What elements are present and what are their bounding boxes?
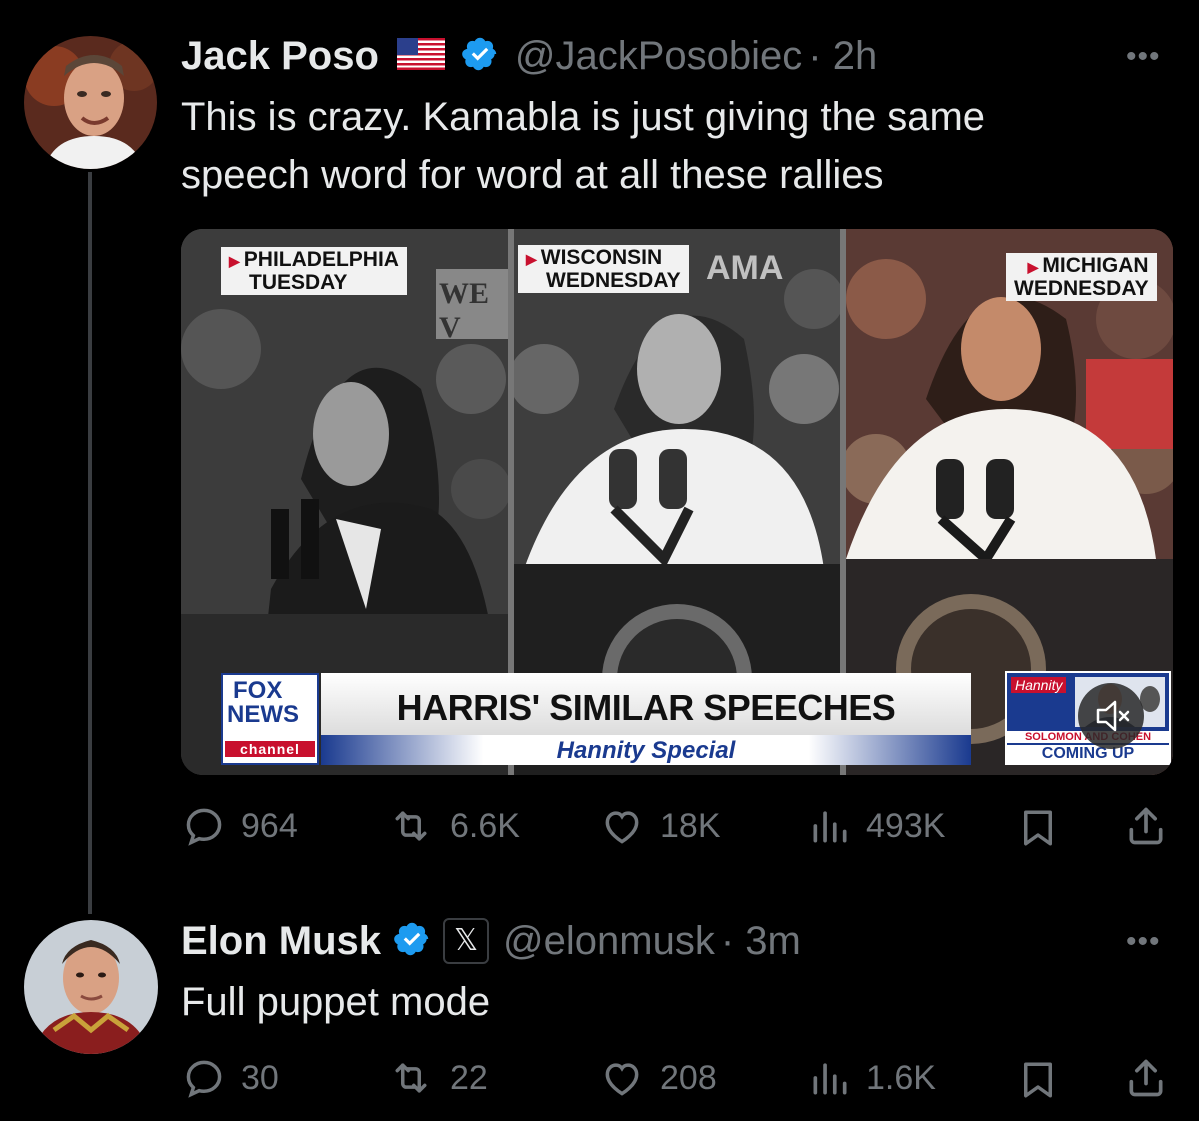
- reply-count: 964: [241, 806, 298, 845]
- share-icon: [1129, 1059, 1163, 1097]
- background-sign: AMA: [706, 249, 784, 287]
- repost-button[interactable]: 6.6K: [386, 804, 520, 848]
- like-count: 18K: [660, 806, 721, 845]
- subheadline-bar: Hannity Special: [321, 735, 971, 765]
- location-label-3: ▶ MICHIGAN WEDNESDAY: [1006, 253, 1157, 301]
- like-count: 208: [660, 1058, 717, 1097]
- reply-text: Full puppet mode: [181, 980, 491, 1024]
- repost-icon: [395, 1063, 427, 1093]
- author-name[interactable]: Elon Musk: [181, 919, 381, 964]
- reply-button[interactable]: 964: [181, 804, 298, 848]
- video-player[interactable]: ▶ PHILADELPHIA TUESDAY WE V ▶ WISCONSIN WE…: [181, 229, 1173, 775]
- headline-text: HARRIS' SIMILAR SPEECHES: [396, 687, 896, 728]
- views-chart-icon: [813, 811, 847, 843]
- reply-icon: [186, 808, 222, 846]
- avatar-jack-poso[interactable]: [24, 36, 157, 169]
- post-header-original: Jack Poso @JackPosobiec · 2h: [181, 30, 877, 82]
- location-label-1: ▶ PHILADELPHIA TUESDAY: [221, 247, 407, 295]
- fox-news-logo: FOX NEWS channel: [221, 673, 319, 765]
- bookmark-icon: [1024, 810, 1052, 846]
- heart-icon: [605, 811, 639, 844]
- author-name[interactable]: Jack Poso: [181, 34, 379, 79]
- views-button[interactable]: 1.6K: [808, 1056, 936, 1100]
- reply-count: 30: [241, 1058, 279, 1097]
- verified-badge-icon[interactable]: [461, 35, 499, 78]
- news-lower-third: FOX NEWS channel HARRIS' SIMILAR SPEECHE…: [221, 671, 1171, 765]
- repost-icon: [395, 811, 427, 841]
- repost-count: 22: [450, 1058, 488, 1097]
- verified-badge-icon[interactable]: [393, 920, 431, 963]
- bookmark-icon: [1024, 1062, 1052, 1098]
- location-label-2: ▶ WISCONSIN WEDNESDAY: [518, 245, 689, 293]
- bookmark-button[interactable]: [1017, 1058, 1059, 1107]
- more-options-button[interactable]: •••: [1126, 40, 1161, 74]
- views-count: 493K: [866, 806, 946, 845]
- repost-button[interactable]: 22: [386, 1056, 488, 1100]
- post-text-line: speech word for word at all these rallie…: [181, 153, 884, 197]
- author-handle[interactable]: @JackPosobiec: [515, 34, 802, 79]
- post-header-reply: Elon Musk 𝕏 @elonmusk · 3m: [181, 915, 801, 967]
- more-options-button[interactable]: •••: [1126, 925, 1161, 959]
- views-button[interactable]: 493K: [808, 804, 945, 848]
- post-timestamp[interactable]: · 2h: [808, 34, 877, 79]
- reply-button[interactable]: 30: [181, 1056, 279, 1100]
- like-button[interactable]: 18K: [598, 804, 721, 848]
- author-handle[interactable]: @elonmusk: [503, 919, 715, 964]
- background-sign: WE V: [439, 277, 490, 344]
- reply-icon: [186, 1060, 222, 1098]
- thread-connector-line: [88, 172, 92, 914]
- bookmark-button[interactable]: [1017, 806, 1059, 855]
- mute-button[interactable]: [1078, 683, 1144, 749]
- heart-icon: [605, 1063, 639, 1096]
- share-icon: [1129, 807, 1163, 845]
- repost-count: 6.6K: [450, 806, 520, 845]
- post-text-line: This is crazy. Kamabla is just giving th…: [181, 95, 986, 139]
- share-button[interactable]: [1124, 804, 1168, 853]
- share-button[interactable]: [1124, 1056, 1168, 1105]
- subheadline-text: Hannity Special: [556, 737, 736, 764]
- like-button[interactable]: 208: [598, 1056, 717, 1100]
- speaker-muted-icon: [1096, 700, 1130, 732]
- post-timestamp[interactable]: · 3m: [721, 919, 801, 964]
- headline-bar: HARRIS' SIMILAR SPEECHES: [321, 673, 971, 735]
- views-count: 1.6K: [866, 1058, 936, 1097]
- views-chart-icon: [813, 1063, 847, 1095]
- x-affiliate-badge[interactable]: 𝕏: [443, 918, 490, 964]
- post-text: This is crazy. Kamabla is just giving th…: [181, 88, 1171, 204]
- us-flag-icon: [396, 37, 445, 75]
- avatar-elon-musk[interactable]: [24, 920, 158, 1054]
